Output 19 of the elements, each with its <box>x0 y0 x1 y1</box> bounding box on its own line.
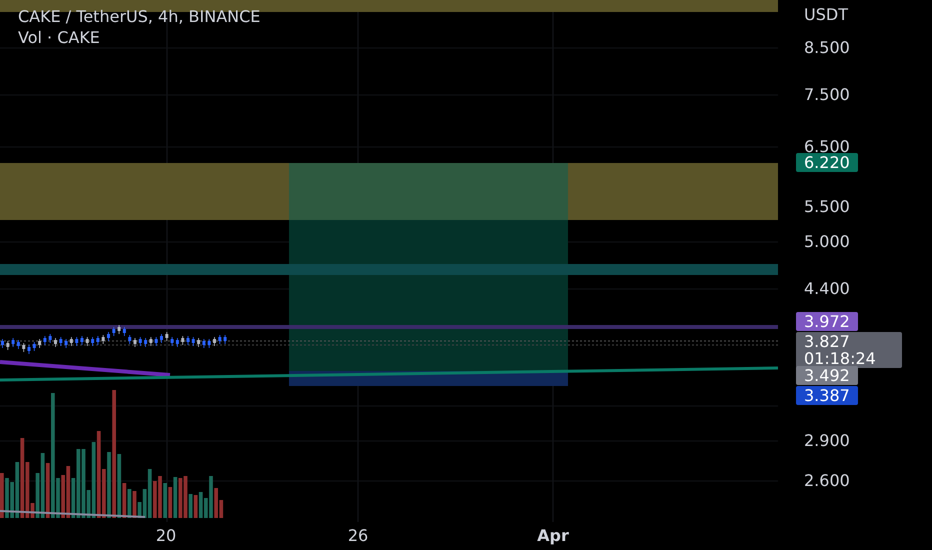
price-label: 7.500 <box>804 87 850 103</box>
price-label: 4.400 <box>804 281 850 297</box>
price-label: 5.500 <box>804 199 850 215</box>
price-badge: 3.972 <box>796 312 858 331</box>
price-badge: 3.827 01:18:24 <box>796 332 902 368</box>
price-label: 8.500 <box>804 40 850 56</box>
time-label: Apr <box>537 528 569 544</box>
currency-label: USDT <box>804 7 848 23</box>
indicator-label: Vol · CAKE <box>18 30 100 46</box>
price-badge: 3.387 <box>796 386 858 405</box>
time-label: 20 <box>156 528 176 544</box>
price-label: 5.000 <box>804 234 850 250</box>
price-label: 6.500 <box>804 139 850 155</box>
chart-title: CAKE / TetherUS, 4h, BINANCE <box>18 9 260 25</box>
time-label: 26 <box>348 528 368 544</box>
price-label: 2.900 <box>804 433 850 449</box>
price-label: 2.600 <box>804 473 850 489</box>
price-badge: 6.220 <box>796 153 858 172</box>
price-badge: 3.492 <box>796 366 858 385</box>
